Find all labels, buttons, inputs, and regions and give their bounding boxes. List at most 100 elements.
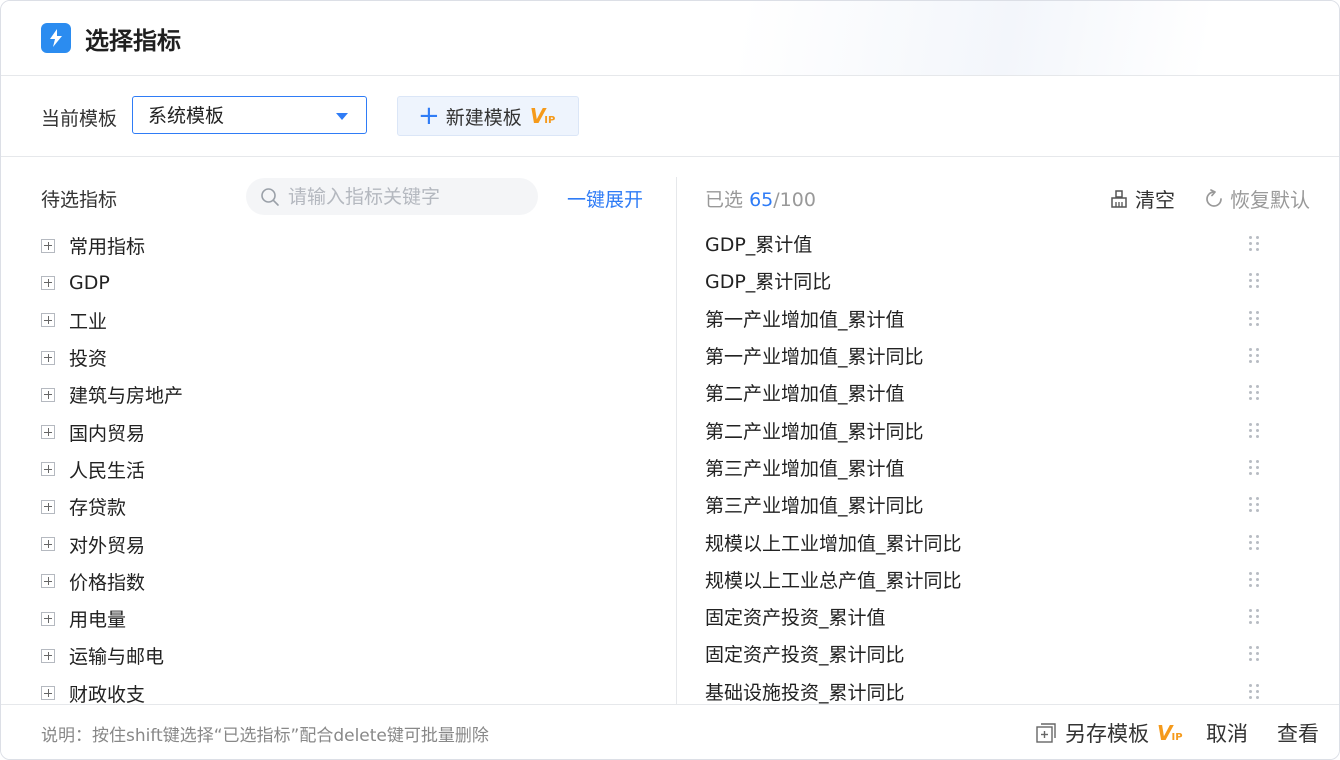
list-item-label: 第二产业增加值_累计同比 (705, 420, 924, 443)
drag-handle-icon[interactable] (1249, 534, 1259, 550)
selected-total: /100 (773, 189, 816, 211)
dialog-title: 选择指标 (85, 27, 181, 55)
dialog-footer: 说明：按住shift键选择“已选指标”配合delete键可批量删除 另存模板 V… (1, 704, 1339, 759)
list-item[interactable]: 第一产业增加值_累计同比 (705, 337, 1295, 374)
selected-count: 已选 65/100 (705, 185, 816, 212)
view-button[interactable]: 查看 (1277, 718, 1319, 748)
template-label: 当前模板 (41, 108, 118, 130)
selected-prefix: 已选 (705, 189, 744, 211)
vip-badge-icon: V IP (529, 104, 556, 128)
save-as-label: 另存模板 (1065, 722, 1149, 746)
list-item[interactable]: 第一产业增加值_累计值 (705, 300, 1295, 337)
clear-button[interactable]: 清空 (1109, 184, 1175, 213)
tree-item-label: 常用指标 (69, 236, 146, 259)
expand-plus-icon[interactable] (41, 499, 55, 514)
selected-panel: 已选 65/100 清空 恢复默认 GDP_累计值 GDP_累计同比 第一产业增… (677, 157, 1339, 705)
drag-handle-icon[interactable] (1249, 236, 1259, 252)
list-item-label: GDP_累计同比 (705, 271, 832, 294)
drag-handle-icon[interactable] (1249, 683, 1259, 699)
tree-item[interactable]: 存贷款 (41, 488, 183, 525)
expand-plus-icon[interactable] (41, 387, 55, 402)
tree-item-label: 投资 (69, 348, 108, 371)
tree-item[interactable]: 国内贸易 (41, 413, 183, 450)
list-item[interactable]: GDP_累计同比 (705, 262, 1295, 299)
tree-item[interactable]: GDP (41, 264, 183, 301)
expand-all-link[interactable]: 一键展开 (567, 185, 643, 212)
tree-item[interactable]: 工业 (41, 302, 183, 339)
tree-item-label: 用电量 (69, 609, 127, 632)
tree-item-label: 国内贸易 (69, 422, 146, 445)
tree-item[interactable]: 价格指数 (41, 563, 183, 600)
category-tree: 常用指标 GDP 工业 投资 建筑与房地产 国内贸易 人民生活 存贷款 对外贸易… (41, 227, 183, 712)
list-item[interactable]: 第三产业增加值_累计值 (705, 449, 1295, 486)
list-item-label: 规模以上工业增加值_累计同比 (705, 532, 962, 555)
expand-plus-icon[interactable] (41, 425, 55, 440)
template-select[interactable]: 系统模板 (132, 96, 367, 134)
list-item-label: 基础设施投资_累计同比 (705, 681, 905, 704)
drag-handle-icon[interactable] (1249, 310, 1259, 326)
list-item[interactable]: 固定资产投资_累计值 (705, 598, 1295, 635)
drag-handle-icon[interactable] (1249, 422, 1259, 438)
expand-plus-icon[interactable] (41, 238, 55, 253)
selected-count-number: 65 (749, 189, 774, 211)
footer-hint: 说明：按住shift键选择“已选指标”配合delete键可批量删除 (41, 726, 489, 746)
tree-item-label: 价格指数 (69, 571, 146, 594)
cancel-button[interactable]: 取消 (1206, 718, 1248, 748)
search-input[interactable] (286, 184, 530, 209)
expand-plus-icon[interactable] (41, 574, 55, 589)
list-item-label: 第三产业增加值_累计同比 (705, 495, 924, 518)
drag-handle-icon[interactable] (1249, 646, 1259, 662)
tree-item[interactable]: 建筑与房地产 (41, 376, 183, 413)
plus-icon: + (418, 101, 440, 131)
tree-item-label: 对外贸易 (69, 534, 146, 557)
list-item-label: GDP_累计值 (705, 234, 813, 257)
expand-plus-icon[interactable] (41, 648, 55, 663)
list-item[interactable]: 第三产业增加值_累计同比 (705, 486, 1295, 523)
tree-item[interactable]: 人民生活 (41, 451, 183, 488)
search-box (246, 178, 538, 215)
new-template-button[interactable]: + 新建模板 V IP (397, 96, 579, 136)
expand-plus-icon[interactable] (41, 313, 55, 328)
restore-label: 恢复默认 (1230, 188, 1310, 212)
expand-plus-icon[interactable] (41, 537, 55, 552)
vip-badge-icon: V IP (1157, 721, 1183, 745)
list-item[interactable]: 第二产业增加值_累计同比 (705, 411, 1295, 448)
tree-item[interactable]: 用电量 (41, 600, 183, 637)
caret-down-icon (336, 113, 348, 120)
restore-default-button[interactable]: 恢复默认 (1204, 184, 1310, 213)
list-item-label: 第一产业增加值_累计值 (705, 308, 905, 331)
refresh-icon (1206, 188, 1222, 207)
tree-item-label: 人民生活 (69, 459, 146, 482)
drag-handle-icon[interactable] (1249, 385, 1259, 401)
list-item-label: 规模以上工业总产值_累计同比 (705, 569, 962, 592)
lightning-icon (41, 23, 71, 53)
expand-plus-icon[interactable] (41, 275, 55, 290)
select-indicators-dialog: 选择指标 当前模板 系统模板 + 新建模板 VIP 待选指标 一键展开 常用指标… (0, 0, 1340, 760)
drag-handle-icon[interactable] (1249, 609, 1259, 625)
dialog-header: 选择指标 (1, 1, 1339, 76)
drag-handle-icon[interactable] (1249, 459, 1259, 475)
template-bar: 当前模板 系统模板 + 新建模板 V IP (1, 76, 1339, 157)
list-item[interactable]: 第二产业增加值_累计值 (705, 374, 1295, 411)
tree-item[interactable]: 运输与邮电 (41, 637, 183, 674)
save-as-template-button[interactable]: 另存模板 V IP (1035, 718, 1183, 748)
expand-plus-icon[interactable] (41, 611, 55, 626)
list-item-label: 第一产业增加值_累计同比 (705, 346, 924, 369)
drag-handle-icon[interactable] (1249, 497, 1259, 513)
list-item[interactable]: 规模以上工业增加值_累计同比 (705, 523, 1295, 560)
drag-handle-icon[interactable] (1249, 273, 1259, 289)
list-item[interactable]: GDP_累计值 (705, 225, 1295, 262)
list-item[interactable]: 固定资产投资_累计同比 (705, 635, 1295, 672)
tree-item[interactable]: 对外贸易 (41, 525, 183, 562)
tree-item-label: 运输与邮电 (69, 646, 165, 669)
list-item[interactable]: 规模以上工业总产值_累计同比 (705, 561, 1295, 598)
expand-plus-icon[interactable] (41, 350, 55, 365)
drag-handle-icon[interactable] (1249, 571, 1259, 587)
drag-handle-icon[interactable] (1249, 348, 1259, 364)
tree-item[interactable]: 常用指标 (41, 227, 183, 264)
list-item-label: 第三产业增加值_累计值 (705, 457, 905, 480)
expand-plus-icon[interactable] (41, 686, 55, 701)
expand-plus-icon[interactable] (41, 462, 55, 477)
tree-item[interactable]: 投资 (41, 339, 183, 376)
tree-item-label: 工业 (69, 310, 108, 333)
